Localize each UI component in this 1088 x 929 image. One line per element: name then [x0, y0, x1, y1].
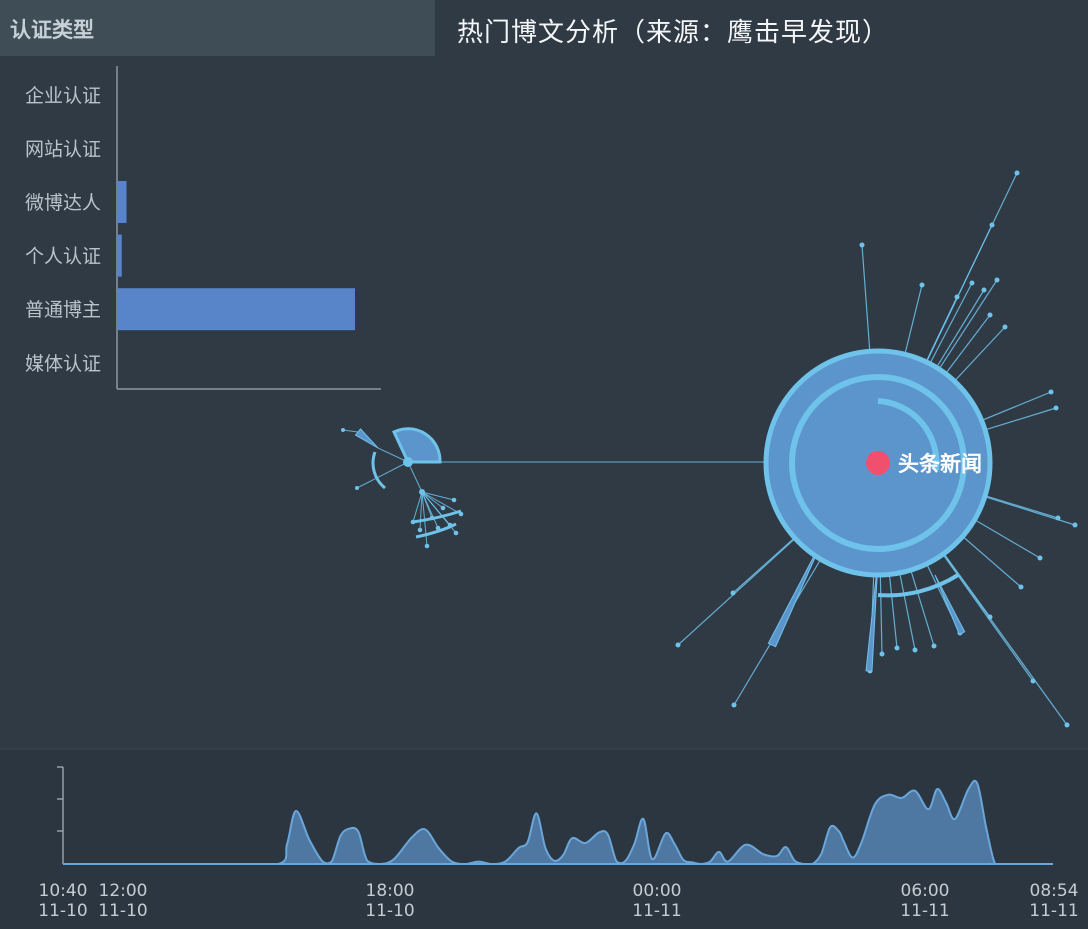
x-tick-label: 11-11	[1029, 901, 1078, 921]
x-tick-label: 10:40	[39, 881, 88, 901]
x-tick-label: 11-10	[365, 901, 414, 921]
x-tick-label: 11-11	[632, 901, 681, 921]
x-tick-label: 18:00	[366, 881, 415, 901]
x-tick-label: 08:54	[1030, 881, 1079, 901]
x-tick-label: 06:00	[901, 881, 950, 901]
x-tick-label: 00:00	[633, 881, 682, 901]
x-tick-label: 11-10	[98, 901, 147, 921]
x-tick-label: 12:00	[99, 881, 148, 901]
x-tick-label: 11-11	[900, 901, 949, 921]
x-tick-label: 11-10	[38, 901, 87, 921]
timeline-chart[interactable]: 10:4011-1012:0011-1018:0011-1000:0011-11…	[0, 0, 1088, 929]
